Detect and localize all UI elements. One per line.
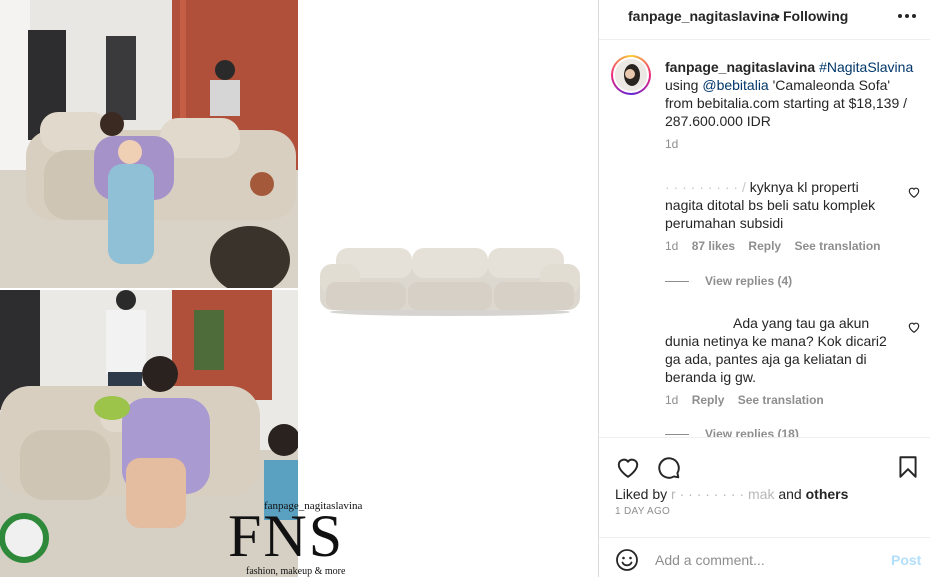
header-separator: • [775, 8, 780, 24]
comment-time[interactable]: 1d [665, 239, 678, 253]
comment-text: · · · · · · · · · / kyknya kl properti n… [665, 178, 895, 232]
comment-username-hidden[interactable]: · · · · · · · · · / [665, 179, 746, 195]
product-sofa-image [316, 242, 584, 318]
comment-like-heart-icon[interactable] [907, 185, 921, 199]
caption-hashtag-link[interactable]: #NagitaSlavina [819, 59, 913, 75]
post-side-panel: fanpage_nagitaslavina • Following fanpag… [598, 0, 930, 577]
post-actions: Liked by r · · · · · · · · mak and other… [599, 437, 930, 537]
add-comment-bar: Post [599, 537, 930, 577]
fns-watermark: fanpage_nagitaslavina FNS fashion, makeu… [228, 500, 378, 577]
view-replies-label: View replies (18) [705, 427, 799, 437]
add-comment-input[interactable] [655, 548, 875, 572]
liked-by-others-link[interactable]: others [806, 486, 849, 502]
more-horizontal-icon[interactable] [895, 4, 919, 24]
comment-reply-button[interactable]: Reply [748, 239, 781, 253]
post-timestamp[interactable]: 1 DAY AGO [615, 506, 670, 517]
liked-by-user-hidden[interactable]: r · · · · · · · · mak [671, 486, 774, 502]
comment-see-translation[interactable]: See translation [794, 239, 880, 253]
replies-divider-line [665, 434, 689, 436]
liked-by-summary: Liked by r · · · · · · · · mak and other… [615, 486, 848, 502]
caption-mention-link[interactable]: @bebitalia [702, 77, 768, 93]
header-username-link[interactable]: fanpage_nagitaslavina [628, 8, 778, 24]
view-replies-button[interactable]: View replies (18) [665, 427, 799, 437]
liked-by-prefix: Liked by [615, 486, 668, 502]
comment-time[interactable]: 1d [665, 393, 678, 407]
watermark-logo: FNS [228, 503, 345, 569]
comment-see-translation[interactable]: See translation [738, 393, 824, 407]
comment-reply-button[interactable]: Reply [692, 393, 725, 407]
view-replies-button[interactable]: View replies (4) [665, 274, 792, 288]
photo-living-room-top [0, 0, 298, 288]
emoji-icon[interactable] [615, 548, 639, 572]
post-media: fanpage_nagitaslavina FNS fashion, makeu… [0, 0, 598, 577]
caption-avatar[interactable] [611, 55, 651, 95]
comment-avatar[interactable] [615, 317, 647, 349]
save-bookmark-icon[interactable] [895, 454, 921, 480]
comment-likes[interactable]: 87 likes [692, 239, 735, 253]
replies-divider-line [665, 281, 689, 283]
comments-list[interactable]: fanpage_nagitaslavina #NagitaSlavina usi… [599, 41, 930, 437]
comment-bubble-icon[interactable] [655, 454, 681, 480]
view-replies-label: View replies (4) [705, 274, 793, 288]
comment-text: Ada yang tau ga akun dunia netinya ke ma… [665, 314, 895, 386]
following-button[interactable]: Following [783, 8, 848, 24]
post-caption: fanpage_nagitaslavina #NagitaSlavina usi… [665, 58, 915, 130]
like-heart-icon[interactable] [615, 454, 641, 480]
comment-like-heart-icon[interactable] [907, 320, 921, 334]
caption-text-1: using [665, 77, 699, 93]
watermark-tagline: fashion, makeup & more [246, 566, 346, 577]
caption-timestamp[interactable]: 1d [665, 137, 678, 151]
caption-username-link[interactable]: fanpage_nagitaslavina [665, 59, 815, 75]
comment-avatar[interactable] [615, 183, 647, 215]
comment-meta: 1d 87 likes Reply See translation [665, 239, 890, 253]
comment-meta: 1d Reply See translation [665, 393, 834, 407]
comment-body: Ada yang tau ga akun dunia netinya ke ma… [665, 315, 887, 385]
post-header: fanpage_nagitaslavina • Following [599, 0, 930, 40]
liked-by-and: and [778, 486, 802, 502]
post-comment-button[interactable]: Post [891, 552, 921, 568]
